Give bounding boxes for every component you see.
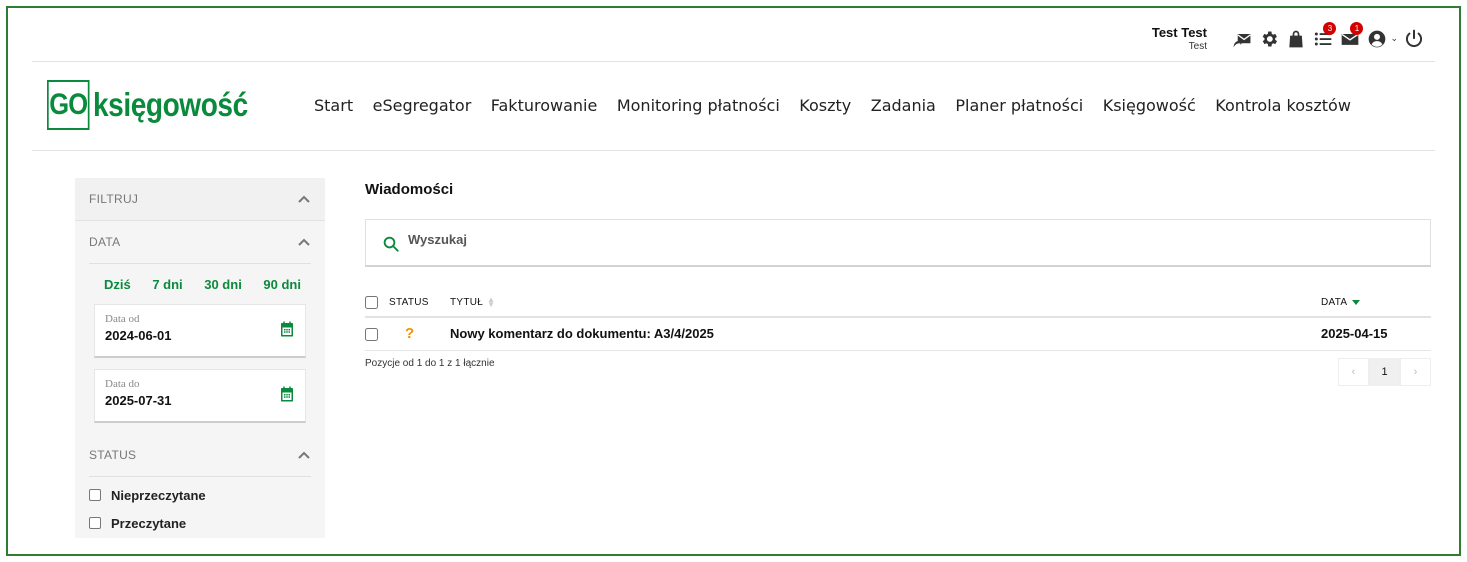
col-title[interactable]: TYTUŁ ▲ ▼ [450,289,1321,318]
table-footer: Pozycje od 1 do 1 z 1 łącznie ‹ 1 › [365,357,1431,388]
pagination-info: Pozycje od 1 do 1 z 1 łącznie [365,357,495,369]
main-navbar: GO księgowość Start eSegregator Fakturow… [32,62,1435,151]
status-section-title: STATUS [89,448,137,462]
page-1-button[interactable]: 1 [1369,357,1400,386]
col-date-label: DATA [1321,297,1348,308]
app-frame: Test Test Test 3 1 ⌄ GO księgowość Start… [6,6,1461,556]
select-all-cell [365,289,389,318]
logo-text: księgowość [93,86,248,123]
calendar-icon[interactable] [278,385,296,403]
date-to-label: Data do [105,378,140,390]
row-title[interactable]: Nowy komentarz do dokumentu: A3/4/2025 [450,317,1321,351]
row-checkbox[interactable] [365,328,378,342]
envelope-icon[interactable]: 1 [1339,22,1364,50]
shopping-bag-icon[interactable] [1285,28,1307,50]
nav-koszty[interactable]: Koszty [799,96,851,115]
messages-panel: Wiadomości STATUS TYTUŁ▲▼ DATA ? Nowy ko… [365,178,1431,388]
status-option-unread[interactable]: Nieprzeczytane [75,481,325,509]
sort-desc-icon [1352,299,1361,305]
range-7-days[interactable]: 7 dni [152,277,182,292]
read-checkbox[interactable] [89,517,101,529]
table-header-row: STATUS TYTUŁ ▲ ▼ DATA [365,289,1431,318]
question-icon: ? [405,325,415,343]
pagination: ‹ 1 › [1338,357,1431,386]
nav-start[interactable]: Start [314,96,353,115]
filter-sidebar: FILTRUJ DATA Dziś 7 dni 30 dni 90 dni Da… [75,178,325,538]
chevron-up-icon[interactable] [297,192,311,206]
messages-badge: 1 [1350,22,1364,35]
chevron-up-icon[interactable] [297,235,311,249]
user-company: Test [1188,41,1207,52]
range-today[interactable]: Dziś [104,277,131,292]
nav-kontrola-kosztow[interactable]: Kontrola kosztów [1215,96,1351,115]
col-title-label: TYTUŁ [450,297,484,308]
date-to-field[interactable]: Data do 2025-07-31 [94,369,306,423]
search-icon[interactable] [382,235,400,253]
col-date[interactable]: DATA [1321,289,1431,318]
logo-go: GO [47,80,90,130]
row-status: ? [389,317,450,351]
read-label: Przeczytane [111,515,187,531]
user-name: Test Test [1151,25,1207,40]
user-bar: Test Test Test 3 1 ⌄ [32,8,1435,62]
search-box[interactable] [365,219,1431,267]
date-section-title: DATA [89,235,121,249]
gear-icon[interactable] [1258,28,1280,50]
range-90-days[interactable]: 90 dni [263,277,301,292]
quick-date-ranges: Dziś 7 dni 30 dni 90 dni [75,264,325,304]
nav-ksiegowosc[interactable]: Księgowość [1103,96,1196,115]
power-icon[interactable] [1403,28,1425,50]
date-from-field[interactable]: Data od 2024-06-01 [94,304,306,358]
user-info[interactable]: Test Test Test [1152,25,1207,54]
search-input[interactable] [408,232,1308,247]
page-title: Wiadomości [365,181,454,198]
col-status[interactable]: STATUS [389,289,450,318]
chevron-down-icon[interactable]: ⌄ [1390,34,1398,44]
sort-icon: ▲ ▼ [487,295,496,310]
mail-reply-icon[interactable] [1231,28,1253,50]
prev-page-button[interactable]: ‹ [1338,357,1369,386]
chevron-up-icon[interactable] [297,448,311,462]
range-30-days[interactable]: 30 dni [204,277,242,292]
logo[interactable]: GO księgowość [47,80,275,130]
filter-title: FILTRUJ [89,192,139,206]
header-icons: 3 1 ⌄ [1231,22,1425,50]
date-to-value[interactable]: 2025-07-31 [105,393,295,408]
row-date: 2025-04-15 [1321,317,1431,351]
tasks-badge: 3 [1323,22,1337,35]
date-section-header[interactable]: DATA [75,221,325,263]
row-select-cell [365,317,389,351]
tasks-list-icon[interactable]: 3 [1312,22,1337,50]
select-all-checkbox[interactable] [365,296,378,309]
filter-header[interactable]: FILTRUJ [75,178,325,221]
main-menu: Start eSegregator Fakturowanie Monitorin… [314,96,1370,115]
nav-monitoring-platnosci[interactable]: Monitoring płatności [617,96,780,115]
nav-fakturowanie[interactable]: Fakturowanie [491,96,598,115]
unread-checkbox[interactable] [89,489,101,501]
status-section-header[interactable]: STATUS [75,434,325,476]
nav-planer-platnosci[interactable]: Planer płatności [955,96,1083,115]
nav-zadania[interactable]: Zadania [871,96,936,115]
unread-label: Nieprzeczytane [111,487,206,503]
col-status-label: STATUS [389,297,429,308]
status-option-read[interactable]: Przeczytane [75,509,325,537]
nav-esegregator[interactable]: eSegregator [373,96,472,115]
user-circle-icon[interactable] [1366,28,1388,50]
next-page-button[interactable]: › [1400,357,1431,386]
table-row[interactable]: ? Nowy komentarz do dokumentu: A3/4/2025… [365,317,1431,351]
messages-table: STATUS TYTUŁ ▲ ▼ DATA ? Nowy komentarz do … [365,289,1431,351]
calendar-icon[interactable] [278,320,296,338]
date-from-label: Data od [105,313,140,325]
divider [89,476,311,477]
date-from-value[interactable]: 2024-06-01 [105,328,295,343]
